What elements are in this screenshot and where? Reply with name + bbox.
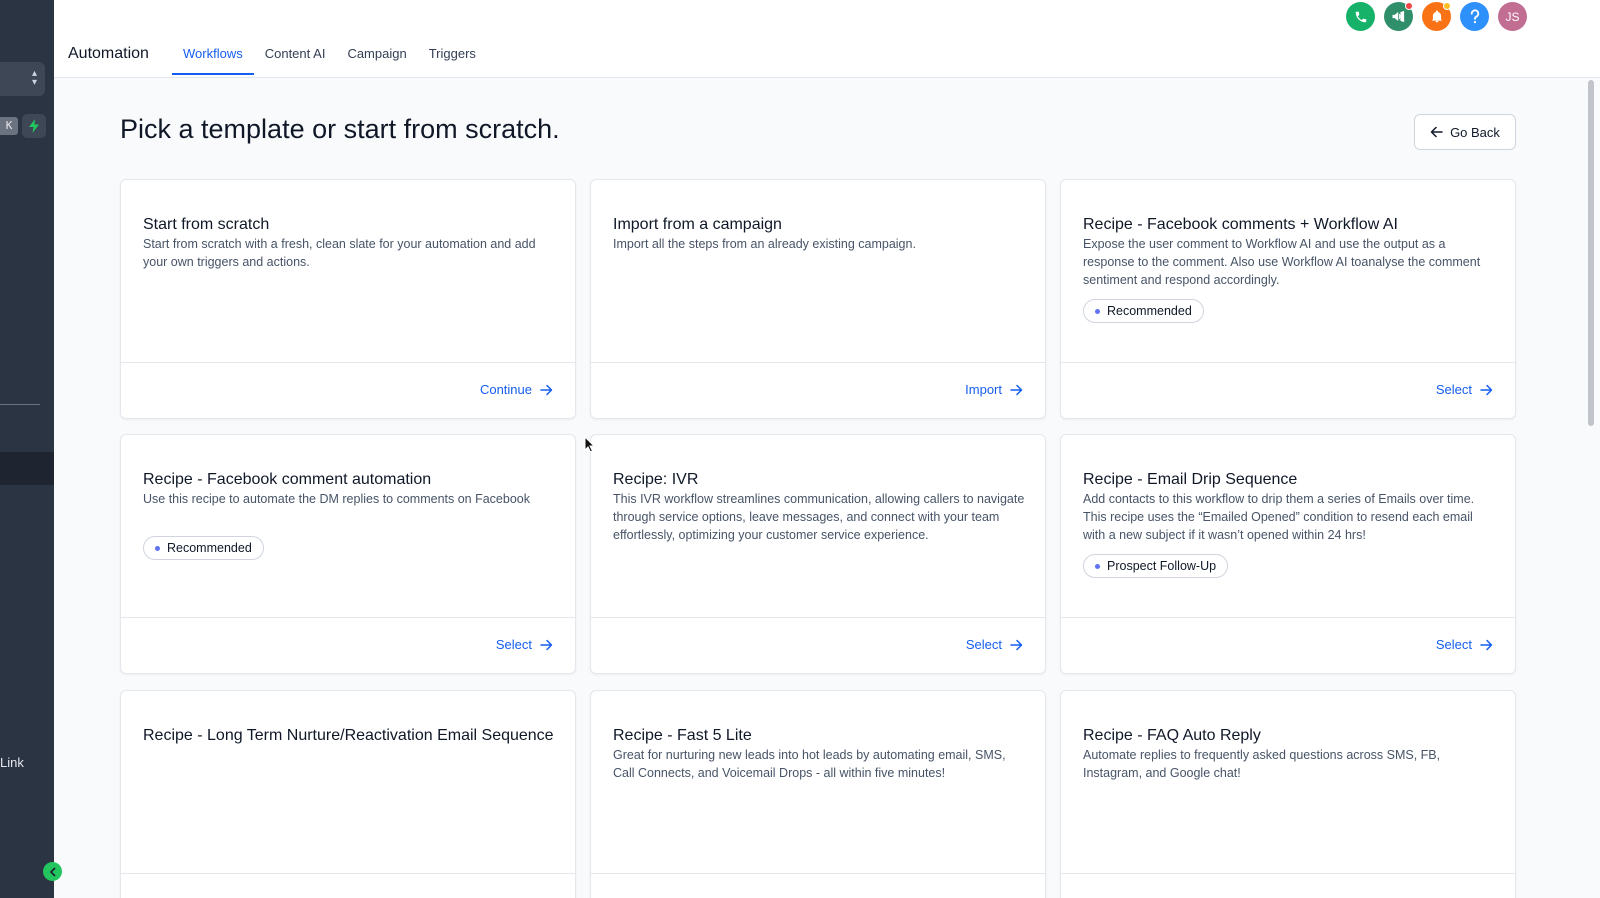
- tab-campaign[interactable]: Campaign: [336, 38, 417, 75]
- unread-dot: [1405, 2, 1413, 10]
- help-button[interactable]: [1460, 2, 1489, 31]
- chevron-left-icon: [49, 867, 55, 876]
- card-description: Expose the user comment to Workflow AI a…: [1083, 237, 1481, 287]
- quick-action-bolt-button[interactable]: [22, 114, 46, 138]
- arrow-right-icon: [1010, 384, 1023, 395]
- template-card-facebook-comments-ai[interactable]: Recipe - Facebook comments + Workflow AI…: [1060, 179, 1516, 419]
- header-tabs: Workflows Content AI Campaign Triggers: [172, 38, 487, 75]
- card-footer: Import: [591, 362, 1045, 418]
- sidebar-item-active[interactable]: [0, 452, 54, 485]
- mouse-cursor-icon: [584, 436, 595, 453]
- card-action-label: Select: [495, 637, 532, 652]
- card-footer: [591, 873, 1045, 898]
- sidebar-divider: [0, 404, 40, 405]
- header-icon-group: JS: [1346, 2, 1527, 31]
- card-action-label: Select: [965, 637, 1002, 652]
- question-mark-icon: [1470, 9, 1479, 24]
- import-button[interactable]: Import: [965, 382, 1023, 397]
- notification-dot: [1443, 2, 1451, 10]
- arrow-right-icon: [540, 384, 553, 395]
- card-footer: [121, 873, 575, 898]
- card-footer: [1061, 873, 1515, 898]
- page-title: Pick a template or start from scratch.: [120, 114, 560, 144]
- card-action-label: Continue: [479, 382, 532, 397]
- user-avatar[interactable]: JS: [1498, 2, 1527, 31]
- card-footer: Select: [1061, 617, 1515, 673]
- recommended-badge: Recommended: [143, 536, 264, 560]
- card-description: Start from scratch with a fresh, clean s…: [143, 237, 536, 269]
- card-action-label: Select: [1435, 382, 1472, 397]
- template-card-long-term-nurture[interactable]: Recipe - Long Term Nurture/Reactivation …: [120, 690, 576, 898]
- arrow-right-icon: [1010, 639, 1023, 650]
- card-action-label: Import: [965, 382, 1002, 397]
- card-footer: Select: [121, 617, 575, 673]
- tab-triggers[interactable]: Triggers: [418, 38, 487, 75]
- card-description: Import all the steps from an already exi…: [613, 237, 916, 251]
- tab-content-ai[interactable]: Content AI: [254, 38, 337, 75]
- card-description: Automate replies to frequently asked que…: [1083, 748, 1441, 780]
- announcements-button[interactable]: [1384, 2, 1413, 31]
- recommended-badge: Recommended: [1083, 299, 1204, 323]
- card-footer: Select: [591, 617, 1045, 673]
- continue-button[interactable]: Continue: [480, 382, 553, 397]
- card-description: Great for nurturing new leads into hot l…: [613, 748, 1006, 780]
- template-card-start-from-scratch[interactable]: Start from scratch Start from scratch wi…: [120, 179, 576, 419]
- megaphone-icon: [1392, 10, 1405, 23]
- template-card-ivr[interactable]: Recipe: IVR This IVR workflow streamline…: [590, 434, 1046, 674]
- card-title: Recipe - Long Term Nurture/Reactivation …: [143, 727, 554, 744]
- template-card-facebook-comment-automation[interactable]: Recipe - Facebook comment automation Use…: [120, 434, 576, 674]
- card-description: Add contacts to this workflow to drip th…: [1083, 492, 1475, 542]
- app-title: Automation: [68, 45, 149, 62]
- card-description: This IVR workflow streamlines communicat…: [613, 492, 1025, 542]
- chevron-updown-icon: ▴ ▾: [31, 68, 37, 88]
- sidebar-collapse-button[interactable]: [43, 862, 62, 881]
- bell-icon: [1431, 10, 1442, 23]
- phone-button[interactable]: [1346, 2, 1375, 31]
- select-button[interactable]: Select: [966, 637, 1023, 652]
- tab-workflows[interactable]: Workflows: [172, 38, 254, 75]
- arrow-right-icon: [540, 639, 553, 650]
- template-card-fast-5-lite[interactable]: Recipe - Fast 5 Lite Great for nurturing…: [590, 690, 1046, 898]
- card-footer: Select: [1061, 362, 1515, 418]
- notifications-button[interactable]: [1422, 2, 1451, 31]
- lightning-icon: [29, 119, 39, 133]
- card-action-label: Select: [1435, 637, 1472, 652]
- arrow-right-icon: [1480, 639, 1493, 650]
- template-card-email-drip[interactable]: Recipe - Email Drip Sequence Add contact…: [1060, 434, 1516, 674]
- phone-icon: [1355, 11, 1366, 22]
- prospect-follow-up-badge: Prospect Follow-Up: [1083, 554, 1229, 578]
- card-description: Use this recipe to automate the DM repli…: [143, 492, 530, 506]
- location-switcher[interactable]: ▴ ▾: [0, 62, 45, 96]
- template-card-faq-auto-reply[interactable]: Recipe - FAQ Auto Reply Automate replies…: [1060, 690, 1516, 898]
- select-button[interactable]: Select: [1436, 382, 1493, 397]
- shortcut-key-badge: K: [0, 117, 18, 135]
- select-button[interactable]: Select: [1436, 637, 1493, 652]
- arrow-right-icon: [1480, 384, 1493, 395]
- card-footer: Continue: [121, 362, 575, 418]
- left-sidebar: ▴ ▾ K Link: [0, 0, 62, 898]
- sidebar-item-link[interactable]: Link: [0, 755, 24, 770]
- template-card-import-campaign[interactable]: Import from a campaign Import all the st…: [590, 179, 1046, 419]
- select-button[interactable]: Select: [496, 637, 553, 652]
- go-back-button[interactable]: Go Back: [1414, 114, 1516, 150]
- scrollbar-thumb[interactable]: [1588, 80, 1594, 426]
- go-back-label: Go Back: [1450, 124, 1500, 140]
- arrow-left-icon: [1430, 126, 1443, 138]
